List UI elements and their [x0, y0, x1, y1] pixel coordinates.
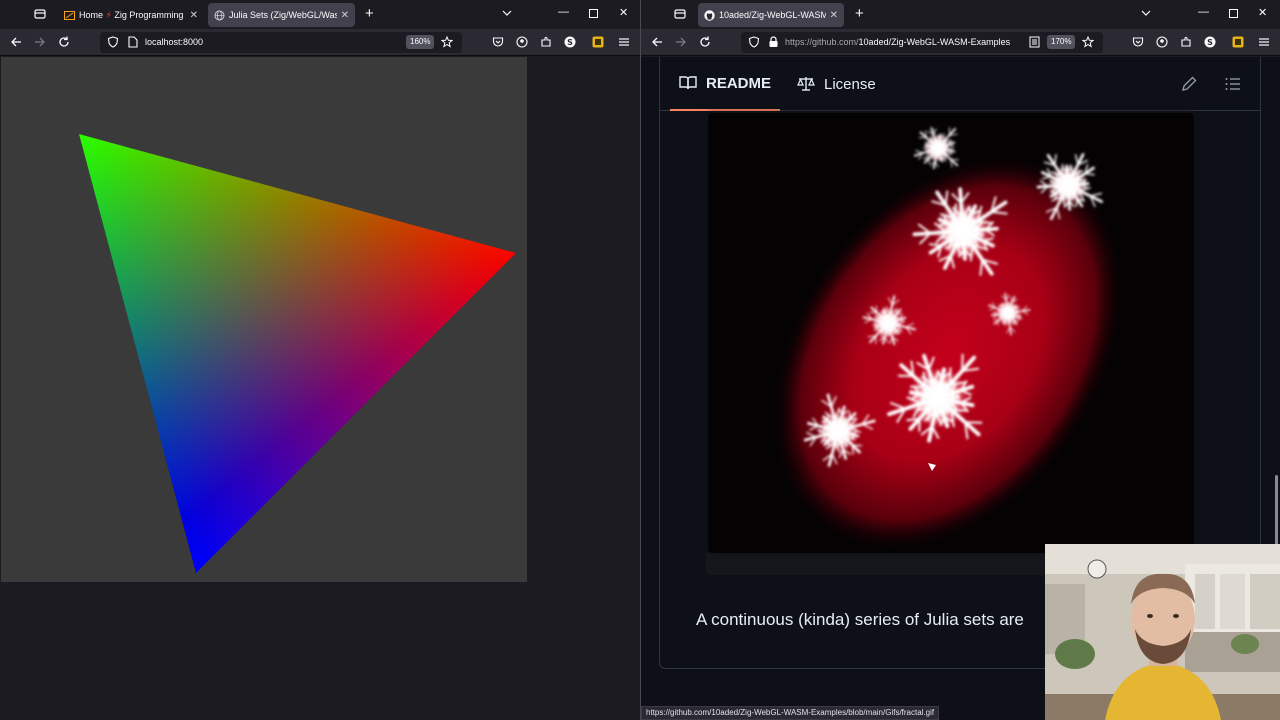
- close-tab-icon[interactable]: ✕: [190, 10, 198, 21]
- menu-icon[interactable]: [1257, 35, 1271, 49]
- bookmark-star-icon[interactable]: [1081, 35, 1095, 49]
- edit-pencil-icon[interactable]: [1180, 75, 1198, 93]
- zoom-level[interactable]: 160%: [406, 35, 435, 49]
- page-content: [0, 57, 640, 720]
- navigation-toolbar: localhost:8000 160% S: [0, 29, 640, 56]
- tab-bar: 10aded/Zig-WebGL-WASM-Exa ✕ + — ✕: [641, 0, 1280, 29]
- webcam-overlay: [1045, 544, 1280, 720]
- tab-home-label: Home ⚡ Zig Programming La: [79, 10, 186, 21]
- tracking-shield-icon[interactable]: [106, 35, 120, 49]
- tab-home-title: Home: [79, 9, 104, 20]
- list-all-tabs-icon[interactable]: [502, 8, 512, 20]
- close-tab-icon[interactable]: ✕: [830, 10, 838, 21]
- firefox-view-icon[interactable]: [672, 6, 690, 24]
- minimize-icon[interactable]: —: [558, 6, 569, 18]
- extension-s-icon[interactable]: S: [563, 35, 577, 49]
- globe-icon: [214, 10, 225, 21]
- minimize-icon[interactable]: —: [1198, 6, 1209, 18]
- url-bar[interactable]: localhost:8000 160%: [100, 32, 462, 53]
- presenter-video: [1045, 544, 1280, 720]
- webgl-canvas[interactable]: [1, 57, 527, 582]
- pocket-icon[interactable]: [491, 35, 505, 49]
- reload-icon[interactable]: [698, 35, 712, 49]
- zig-favicon-icon: [64, 10, 75, 21]
- page-info-icon[interactable]: [126, 35, 140, 49]
- lock-icon[interactable]: [766, 35, 780, 49]
- account-icon[interactable]: [515, 35, 529, 49]
- github-icon: [704, 9, 715, 21]
- reload-icon[interactable]: [57, 35, 71, 49]
- url-text: localhost:8000: [145, 37, 204, 47]
- window-close-icon[interactable]: ✕: [619, 6, 628, 19]
- new-tab-icon[interactable]: +: [855, 5, 864, 23]
- back-icon[interactable]: [9, 35, 23, 49]
- url-text: https://github.com/10aded/Zig-WebGL-WASM…: [785, 37, 1010, 47]
- outline-list-icon[interactable]: [1224, 75, 1242, 93]
- back-icon[interactable]: [650, 35, 664, 49]
- maximize-icon[interactable]: [589, 9, 598, 21]
- julia-set-image: [773, 127, 1123, 550]
- account-icon[interactable]: [1155, 35, 1169, 49]
- url-path: 10aded/Zig-WebGL-WASM-Examples: [858, 37, 1011, 47]
- book-icon: [679, 74, 697, 92]
- menu-icon[interactable]: [617, 35, 631, 49]
- tab-home[interactable]: Home ⚡ Zig Programming La ✕: [58, 3, 204, 27]
- tab-license-label: License: [824, 75, 876, 93]
- window-close-icon[interactable]: ✕: [1258, 6, 1267, 19]
- list-all-tabs-icon[interactable]: [1141, 8, 1151, 20]
- readme-tabs: README License: [660, 57, 1260, 111]
- tab-home-extra: Zig Programming La: [114, 9, 185, 20]
- firefox-view-icon[interactable]: [32, 6, 50, 24]
- maximize-icon[interactable]: [1229, 9, 1238, 21]
- fractal-gif[interactable]: [708, 113, 1194, 553]
- tab-github-repo-title: 10aded/Zig-WebGL-WASM-Exa: [719, 10, 826, 20]
- forward-icon[interactable]: [33, 35, 47, 49]
- zoom-level[interactable]: 170%: [1047, 35, 1076, 49]
- scale-icon: [797, 75, 815, 93]
- tab-license[interactable]: License: [797, 57, 876, 111]
- tab-julia-sets-title: Julia Sets (Zig/WebGL/Wasm) E: [229, 10, 337, 20]
- extension-yellow-icon[interactable]: [1231, 35, 1245, 49]
- tab-bar: Home ⚡ Zig Programming La ✕ Julia Sets (…: [0, 0, 640, 29]
- readme-caption: A continuous (kinda) series of Julia set…: [696, 610, 1024, 629]
- lightning-icon: ⚡: [105, 9, 112, 20]
- svg-text:S: S: [567, 38, 573, 47]
- extensions-icon[interactable]: [539, 35, 553, 49]
- url-bar[interactable]: https://github.com/10aded/Zig-WebGL-WASM…: [741, 32, 1103, 53]
- pocket-icon[interactable]: [1131, 35, 1145, 49]
- extension-yellow-icon[interactable]: [591, 35, 605, 49]
- tab-julia-sets[interactable]: Julia Sets (Zig/WebGL/Wasm) E ✕: [208, 3, 355, 27]
- link-status-bar: https://github.com/10aded/Zig-WebGL-WASM…: [641, 706, 940, 720]
- rgb-triangle: [79, 134, 516, 573]
- tab-readme-label: README: [706, 74, 772, 92]
- extensions-icon[interactable]: [1179, 35, 1193, 49]
- tab-readme[interactable]: README: [670, 57, 781, 111]
- svg-text:S: S: [1207, 38, 1213, 47]
- reader-view-icon[interactable]: [1027, 35, 1041, 49]
- bookmark-star-icon[interactable]: [440, 35, 454, 49]
- tab-github-repo[interactable]: 10aded/Zig-WebGL-WASM-Exa ✕: [698, 3, 844, 27]
- navigation-toolbar: https://github.com/10aded/Zig-WebGL-WASM…: [641, 29, 1280, 56]
- close-tab-icon[interactable]: ✕: [341, 10, 349, 21]
- new-tab-icon[interactable]: +: [365, 5, 374, 23]
- forward-icon[interactable]: [674, 35, 688, 49]
- left-browser-window: Home ⚡ Zig Programming La ✕ Julia Sets (…: [0, 0, 640, 720]
- tracking-shield-icon[interactable]: [747, 35, 761, 49]
- url-host: https://github.com/: [785, 37, 859, 47]
- extension-s-icon[interactable]: S: [1203, 35, 1217, 49]
